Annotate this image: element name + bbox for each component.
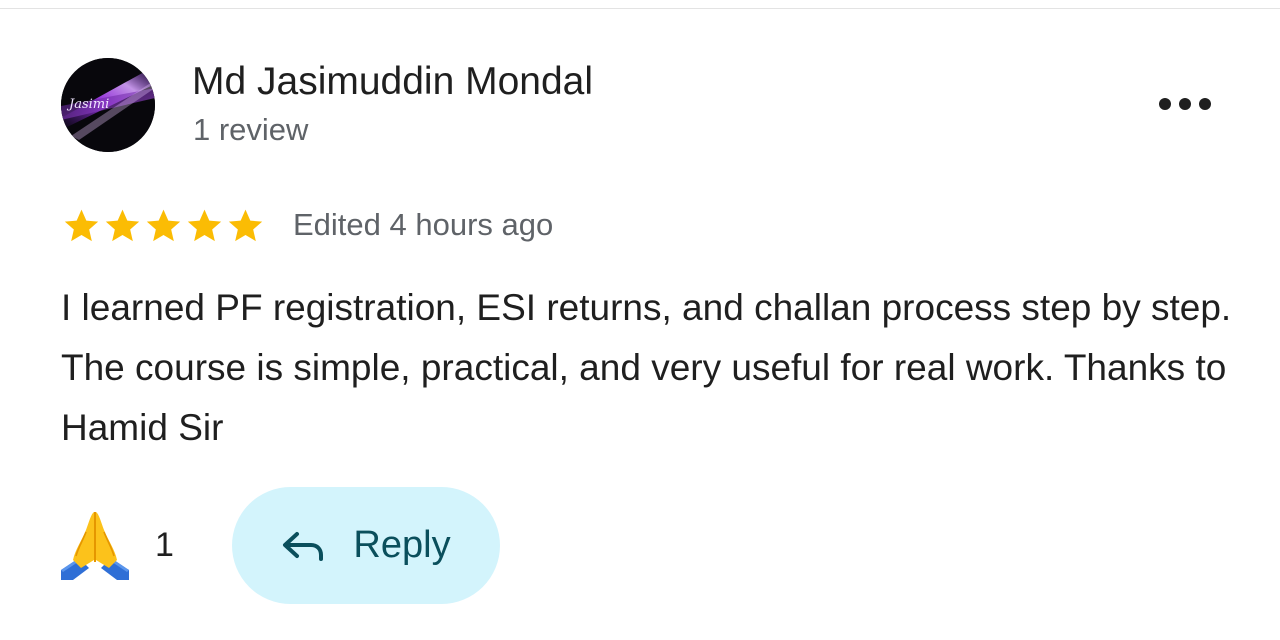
avatar-signature: Jasimi [66,97,109,112]
reviewer-name[interactable]: Md Jasimuddin Mondal [192,58,593,106]
review-count: 1 review [193,112,309,147]
star-icon [64,209,99,242]
more-options-icon [1159,98,1211,110]
reply-label: Reply [353,524,451,566]
edited-timestamp: Edited 4 hours ago [293,207,554,242]
star-rating [61,205,266,247]
reaction-button[interactable]: 1 [59,510,174,580]
star-icon [187,209,222,242]
reaction-count: 1 [155,525,174,564]
more-options-button[interactable] [1152,86,1218,122]
avatar[interactable]: Jasimi [61,58,155,152]
reply-arrow-icon [283,531,324,561]
reply-button[interactable]: Reply [232,487,500,604]
avatar-image: Jasimi [61,58,155,152]
star-icon [105,209,140,242]
star-icon [228,209,263,242]
review-text: I learned PF registration, ESI returns, … [61,287,1232,448]
top-divider [0,8,1280,9]
star-icon [146,209,181,242]
folded-hands-emoji-icon [61,512,129,580]
